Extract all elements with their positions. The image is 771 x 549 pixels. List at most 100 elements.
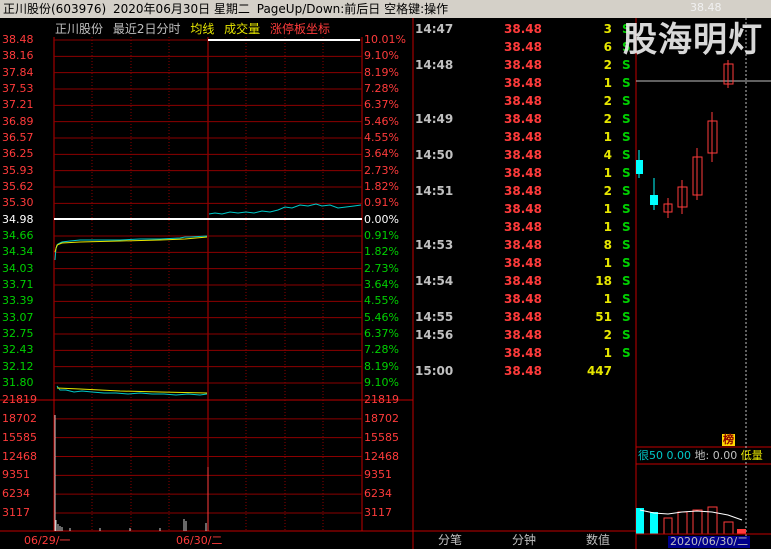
percent-axis-label: 0.91% <box>364 229 399 242</box>
percent-axis-label: 3.64% <box>364 147 399 161</box>
price-axis-label: 34.34 <box>2 245 34 259</box>
tick-volume: 1 <box>603 76 612 90</box>
tick-price: 38.48 <box>504 274 542 288</box>
price-axis-label: 36.25 <box>2 147 34 161</box>
tick-row[interactable]: 14:53 38.48 8 S <box>412 236 635 254</box>
tick-price: 38.48 <box>504 220 542 234</box>
tab-minutes[interactable]: 分钟 <box>512 531 536 549</box>
tick-side: S <box>622 148 631 162</box>
tick-row[interactable]: 14:47 38.48 3 S <box>412 20 635 38</box>
percent-axis-label: 0.00% <box>364 212 399 226</box>
tick-row[interactable]: 38.48 1 S <box>412 218 635 236</box>
tick-price: 38.48 <box>504 22 542 36</box>
percent-axis-label: 8.19% <box>364 65 399 79</box>
tick-row[interactable]: 38.48 1 S <box>412 128 635 146</box>
tick-volume: 1 <box>603 346 612 360</box>
tick-row[interactable]: 14:49 38.48 2 S <box>412 110 635 128</box>
tick-row[interactable]: 38.48 1 S <box>412 200 635 218</box>
tick-side: S <box>622 292 631 306</box>
tick-time: 14:56 <box>415 328 454 342</box>
tick-time: 14:51 <box>415 184 454 198</box>
price-axis-label: 37.53 <box>2 82 34 95</box>
percent-axis-label: 9.10% <box>364 376 399 389</box>
price-axis-label: 32.43 <box>2 343 34 357</box>
tick-row[interactable]: 14:55 38.48 51 S <box>412 308 635 326</box>
tick-price: 38.48 <box>504 310 542 324</box>
percent-axis-label: 4.55% <box>364 294 399 308</box>
tick-volume: 447 <box>586 364 612 378</box>
tick-side: S <box>622 202 631 216</box>
tick-row[interactable]: 38.48 1 S <box>412 344 635 362</box>
price-axis-label: 33.39 <box>2 294 34 308</box>
tick-side: S <box>622 112 631 126</box>
bottom-tabs: 分笔 分钟 数值 <box>412 531 635 549</box>
price-axis-label: 32.75 <box>2 327 34 340</box>
percent-axis-label: 7.28% <box>364 82 399 95</box>
tick-side: S <box>622 274 631 288</box>
tick-volume: 6 <box>603 40 612 54</box>
tick-row[interactable]: 14:51 38.48 2 S <box>412 182 635 200</box>
tick-row[interactable]: 14:54 38.48 18 S <box>412 272 635 290</box>
price-axis-label: 34.66 <box>2 229 34 242</box>
tick-side: S <box>622 310 631 324</box>
tab-values[interactable]: 数值 <box>586 531 610 549</box>
tick-row[interactable]: 38.48 2 S <box>412 92 635 110</box>
tick-side: S <box>622 130 631 144</box>
mini-candles <box>636 60 734 218</box>
tick-side: S <box>622 220 631 234</box>
tab-trades[interactable]: 分笔 <box>438 531 462 549</box>
tick-row[interactable]: 38.48 1 S <box>412 164 635 182</box>
rank-tag[interactable]: 榜 <box>722 434 735 446</box>
volume-axis-label-right: 21819 <box>364 393 399 406</box>
tick-row[interactable]: 38.48 1 S <box>412 74 635 92</box>
tick-price: 38.48 <box>504 148 542 162</box>
tick-row[interactable]: 14:48 38.48 2 S <box>412 56 635 74</box>
mini-date-label: 2020/06/30/二 <box>668 535 751 548</box>
tick-price: 38.48 <box>504 40 542 54</box>
tick-row[interactable]: 38.48 1 S <box>412 290 635 308</box>
tick-list[interactable]: 14:47 38.48 3 S 38.48 6 S 14:48 38.48 2 S 38.48 1 S 38… <box>412 18 635 531</box>
volume-axis-label: 21819 <box>2 393 37 406</box>
tick-row[interactable]: 14:56 38.48 2 S <box>412 326 635 344</box>
mini-kline-panel[interactable] <box>636 0 771 549</box>
tick-price: 38.48 <box>504 112 542 126</box>
volume-axis-label: 9351 <box>2 468 30 482</box>
tick-price: 38.48 <box>504 238 542 252</box>
price-axis-label: 37.84 <box>2 65 34 79</box>
tick-row[interactable]: 15:00 38.48 447 <box>412 362 635 380</box>
volume-axis-label: 12468 <box>2 449 37 463</box>
tick-volume: 51 <box>595 310 612 324</box>
tick-side: S <box>622 256 631 270</box>
tick-volume: 1 <box>603 256 612 270</box>
tick-row[interactable]: 38.48 1 S <box>412 254 635 272</box>
volume-axis-label-right: 12468 <box>364 449 399 463</box>
volume-axis-label: 18702 <box>2 411 37 425</box>
tick-time: 14:55 <box>415 310 454 324</box>
tick-volume: 3 <box>603 22 612 36</box>
tick-volume: 1 <box>603 202 612 216</box>
tick-price: 38.48 <box>504 346 542 360</box>
tick-volume: 2 <box>603 112 612 126</box>
day1-low-avg-line <box>56 387 208 394</box>
x-label-day2: 06/30/二 <box>176 534 223 547</box>
tick-price: 38.48 <box>504 202 542 216</box>
percent-axis-label: 1.82% <box>364 180 399 193</box>
price-axis-label: 36.57 <box>2 131 34 144</box>
tick-row[interactable]: 38.48 6 S <box>412 38 635 56</box>
price-axis-label: 34.03 <box>2 261 34 275</box>
tick-volume: 1 <box>603 166 612 180</box>
price-axis-label: 33.07 <box>2 310 34 324</box>
percent-axis-label: 5.46% <box>364 114 399 128</box>
tick-row[interactable]: 14:50 38.48 4 S <box>412 146 635 164</box>
percent-axis-label: 2.73% <box>364 163 399 177</box>
mini-volume-bars <box>636 506 746 535</box>
tick-side: S <box>622 184 631 198</box>
price-axis-label: 31.80 <box>2 376 34 389</box>
price-axis-label: 38.48 <box>2 33 34 46</box>
x-label-day1: 06/29/一 <box>24 534 71 547</box>
tick-time: 14:47 <box>415 22 454 36</box>
price-axis-label: 32.12 <box>2 359 34 373</box>
tick-price: 38.48 <box>504 364 542 378</box>
day1-low-line <box>56 385 208 396</box>
volume-axis-label-right: 9351 <box>364 468 392 482</box>
